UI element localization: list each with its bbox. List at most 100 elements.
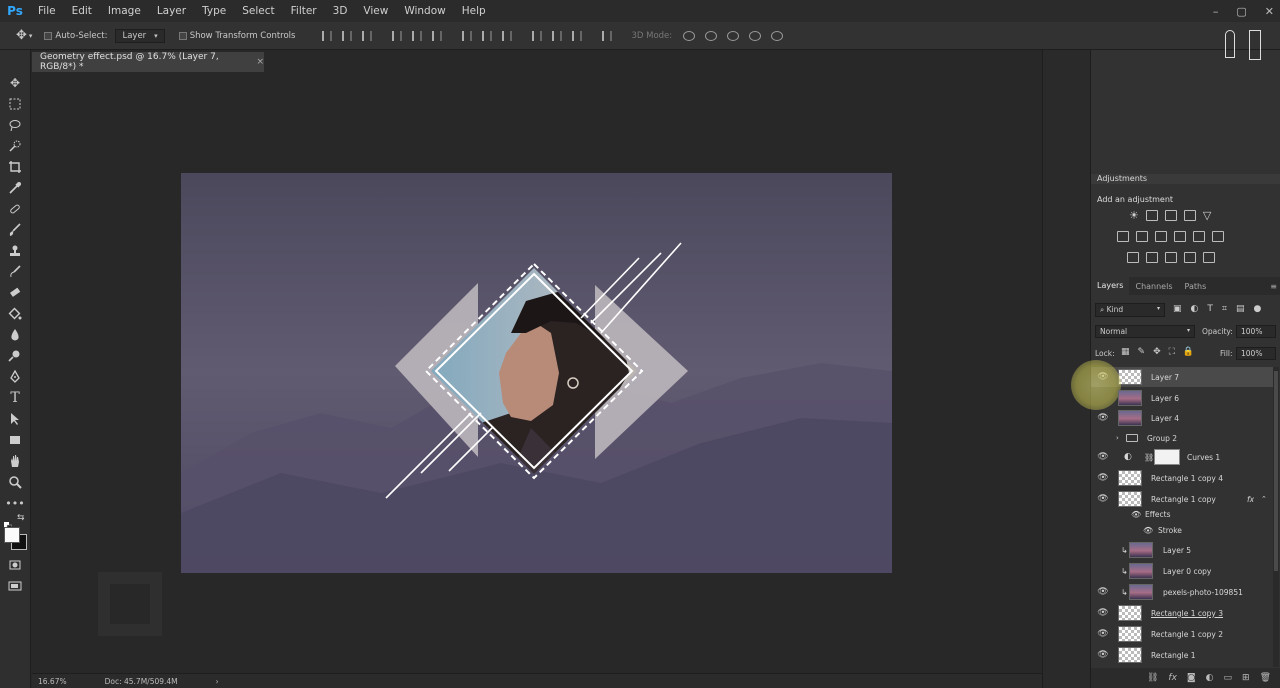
menu-window[interactable]: Window [396,5,453,17]
rectangle-tool-icon[interactable] [5,431,25,449]
menu-help[interactable]: Help [454,5,494,17]
scale-3d-icon[interactable] [771,30,784,41]
smart-object-filter-icon[interactable]: ▤ [1236,304,1245,314]
visibility-eye-icon[interactable]: 👁 [1097,413,1109,423]
orbit-3d-icon[interactable] [683,30,696,41]
quick-select-tool-icon[interactable] [5,137,25,155]
layer-filter-dropdown[interactable]: ⌕ Kind ▾ [1095,303,1165,317]
foreground-color-swatch[interactable] [4,527,20,543]
align-vcenter-icon[interactable] [342,30,353,41]
layer-row-rectangle-1-copy-4[interactable]: 👁 Rectangle 1 copy 4 [1091,468,1273,488]
layer-row-pexels-photo[interactable]: 👁 ↳ pexels-photo-109851 [1091,582,1273,602]
align-top-icon[interactable] [322,30,333,41]
menu-file[interactable]: File [30,5,64,17]
paint-bucket-tool-icon[interactable] [5,305,25,323]
opacity-field[interactable]: 100% [1236,325,1276,338]
auto-align-icon[interactable] [602,30,613,41]
align-left-icon[interactable] [392,30,403,41]
brightness-icon[interactable]: ☀ [1129,210,1139,221]
scrollbar-thumb[interactable] [1274,371,1278,571]
visibility-eye-icon[interactable]: 👁 [1097,452,1109,462]
visibility-eye-icon[interactable]: 👁 [1097,608,1109,618]
type-tool-icon[interactable]: T [5,389,25,407]
swap-colors-icon[interactable]: ⇆ [17,513,25,523]
menu-type[interactable]: Type [194,5,234,17]
chevron-down-icon[interactable]: ▾ [29,32,33,40]
tab-channels[interactable]: Channels [1129,282,1178,291]
marquee-tool-icon[interactable] [5,95,25,113]
auto-select-dropdown[interactable]: Layer ▾ [115,28,165,43]
restore-button[interactable]: ▢ [1236,5,1246,18]
delete-layer-icon[interactable]: 🗑 [1260,673,1271,683]
distribute-bottom-icon[interactable] [502,30,513,41]
visibility-eye-icon[interactable]: 👁 [1097,629,1109,639]
status-menu-arrow-icon[interactable]: › [216,677,219,686]
align-right-icon[interactable] [432,30,443,41]
chevron-up-icon[interactable]: ⌃ [1261,495,1267,503]
menu-view[interactable]: View [355,5,396,17]
brush-tool-icon[interactable] [5,221,25,239]
effects-row[interactable]: 👁 Effects [1091,506,1273,522]
layer-row-group-2[interactable]: › Group 2 [1091,428,1273,448]
close-button[interactable]: ✕ [1265,5,1274,18]
lock-artboard-icon[interactable]: ⛶ [1169,347,1175,357]
layer-row-layer-4[interactable]: 👁 Layer 4 [1091,408,1273,428]
layer-row-rectangle-1[interactable]: 👁 Rectangle 1 [1091,645,1273,665]
new-group-icon[interactable]: ▭ [1224,673,1233,683]
add-mask-icon[interactable]: ◙ [1187,673,1196,683]
distribute-top-icon[interactable] [462,30,473,41]
vibrance-icon[interactable]: ▽ [1203,210,1211,221]
hue-saturation-icon[interactable] [1117,231,1129,242]
tab-layers[interactable]: Layers [1091,277,1130,295]
align-hcenter-icon[interactable] [412,30,423,41]
gradient-map-icon[interactable] [1203,252,1215,263]
menu-edit[interactable]: Edit [64,5,100,17]
visibility-eye-icon[interactable]: 👁 [1097,473,1109,483]
lock-all-icon[interactable]: 🔒 [1183,347,1194,357]
visibility-eye-icon[interactable]: 👁 [1131,510,1141,519]
eraser-tool-icon[interactable] [5,284,25,302]
minimize-button[interactable]: – [1213,5,1219,18]
layer-row-layer-5[interactable]: ↳ Layer 5 [1091,540,1273,560]
distribute-vcenter-icon[interactable] [482,30,493,41]
layer-row-layer-0-copy[interactable]: ↳ Layer 0 copy [1091,561,1273,581]
new-adjustment-icon[interactable]: ◐ [1206,673,1214,683]
menu-select[interactable]: Select [234,5,282,17]
menu-image[interactable]: Image [100,5,149,17]
visibility-eye-icon[interactable]: 👁 [1097,494,1109,504]
menu-filter[interactable]: Filter [283,5,325,17]
menu-layer[interactable]: Layer [149,5,194,17]
default-colors-icon[interactable] [4,515,13,531]
blend-mode-dropdown[interactable]: Normal ▾ [1095,325,1195,338]
screen-mode-icon[interactable] [5,577,25,595]
hand-tool-icon[interactable] [5,452,25,470]
artboard-image[interactable] [181,173,892,573]
adjustment-filter-icon[interactable]: ◐ [1191,304,1199,314]
move-tool-icon[interactable]: ✥ [5,74,25,92]
pen-tool-icon[interactable] [5,368,25,386]
zoom-tool-icon[interactable] [5,473,25,491]
lock-transparent-icon[interactable]: ▦ [1121,347,1130,357]
layer-row-layer-6[interactable]: Layer 6 [1091,388,1273,408]
chevron-right-icon[interactable]: › [1116,434,1119,442]
path-selection-tool-icon[interactable] [5,410,25,428]
healing-brush-tool-icon[interactable] [5,200,25,218]
distribute-right-icon[interactable] [572,30,583,41]
roll-3d-icon[interactable] [705,30,718,41]
stroke-effect-row[interactable]: 👁 Stroke [1091,522,1273,538]
tab-adjustments[interactable]: Adjustments [1097,174,1147,183]
quick-mask-icon[interactable] [5,556,25,574]
dodge-tool-icon[interactable] [5,347,25,365]
lock-position-icon[interactable]: ✥ [1153,347,1161,357]
align-bottom-icon[interactable] [362,30,373,41]
eyedropper-tool-icon[interactable] [5,179,25,197]
visibility-eye-icon[interactable]: 👁 [1097,650,1109,660]
visibility-eye-icon[interactable]: 👁 [1143,526,1153,535]
move-tool-icon[interactable]: ✥ [16,28,27,43]
lock-image-icon[interactable]: ✎ [1138,347,1146,357]
layer-row-rectangle-1-copy-2[interactable]: 👁 Rectangle 1 copy 2 [1091,624,1273,644]
lasso-tool-icon[interactable] [5,116,25,134]
history-brush-tool-icon[interactable] [5,263,25,281]
color-lookup-icon[interactable] [1212,231,1224,242]
invert-icon[interactable] [1127,252,1139,263]
